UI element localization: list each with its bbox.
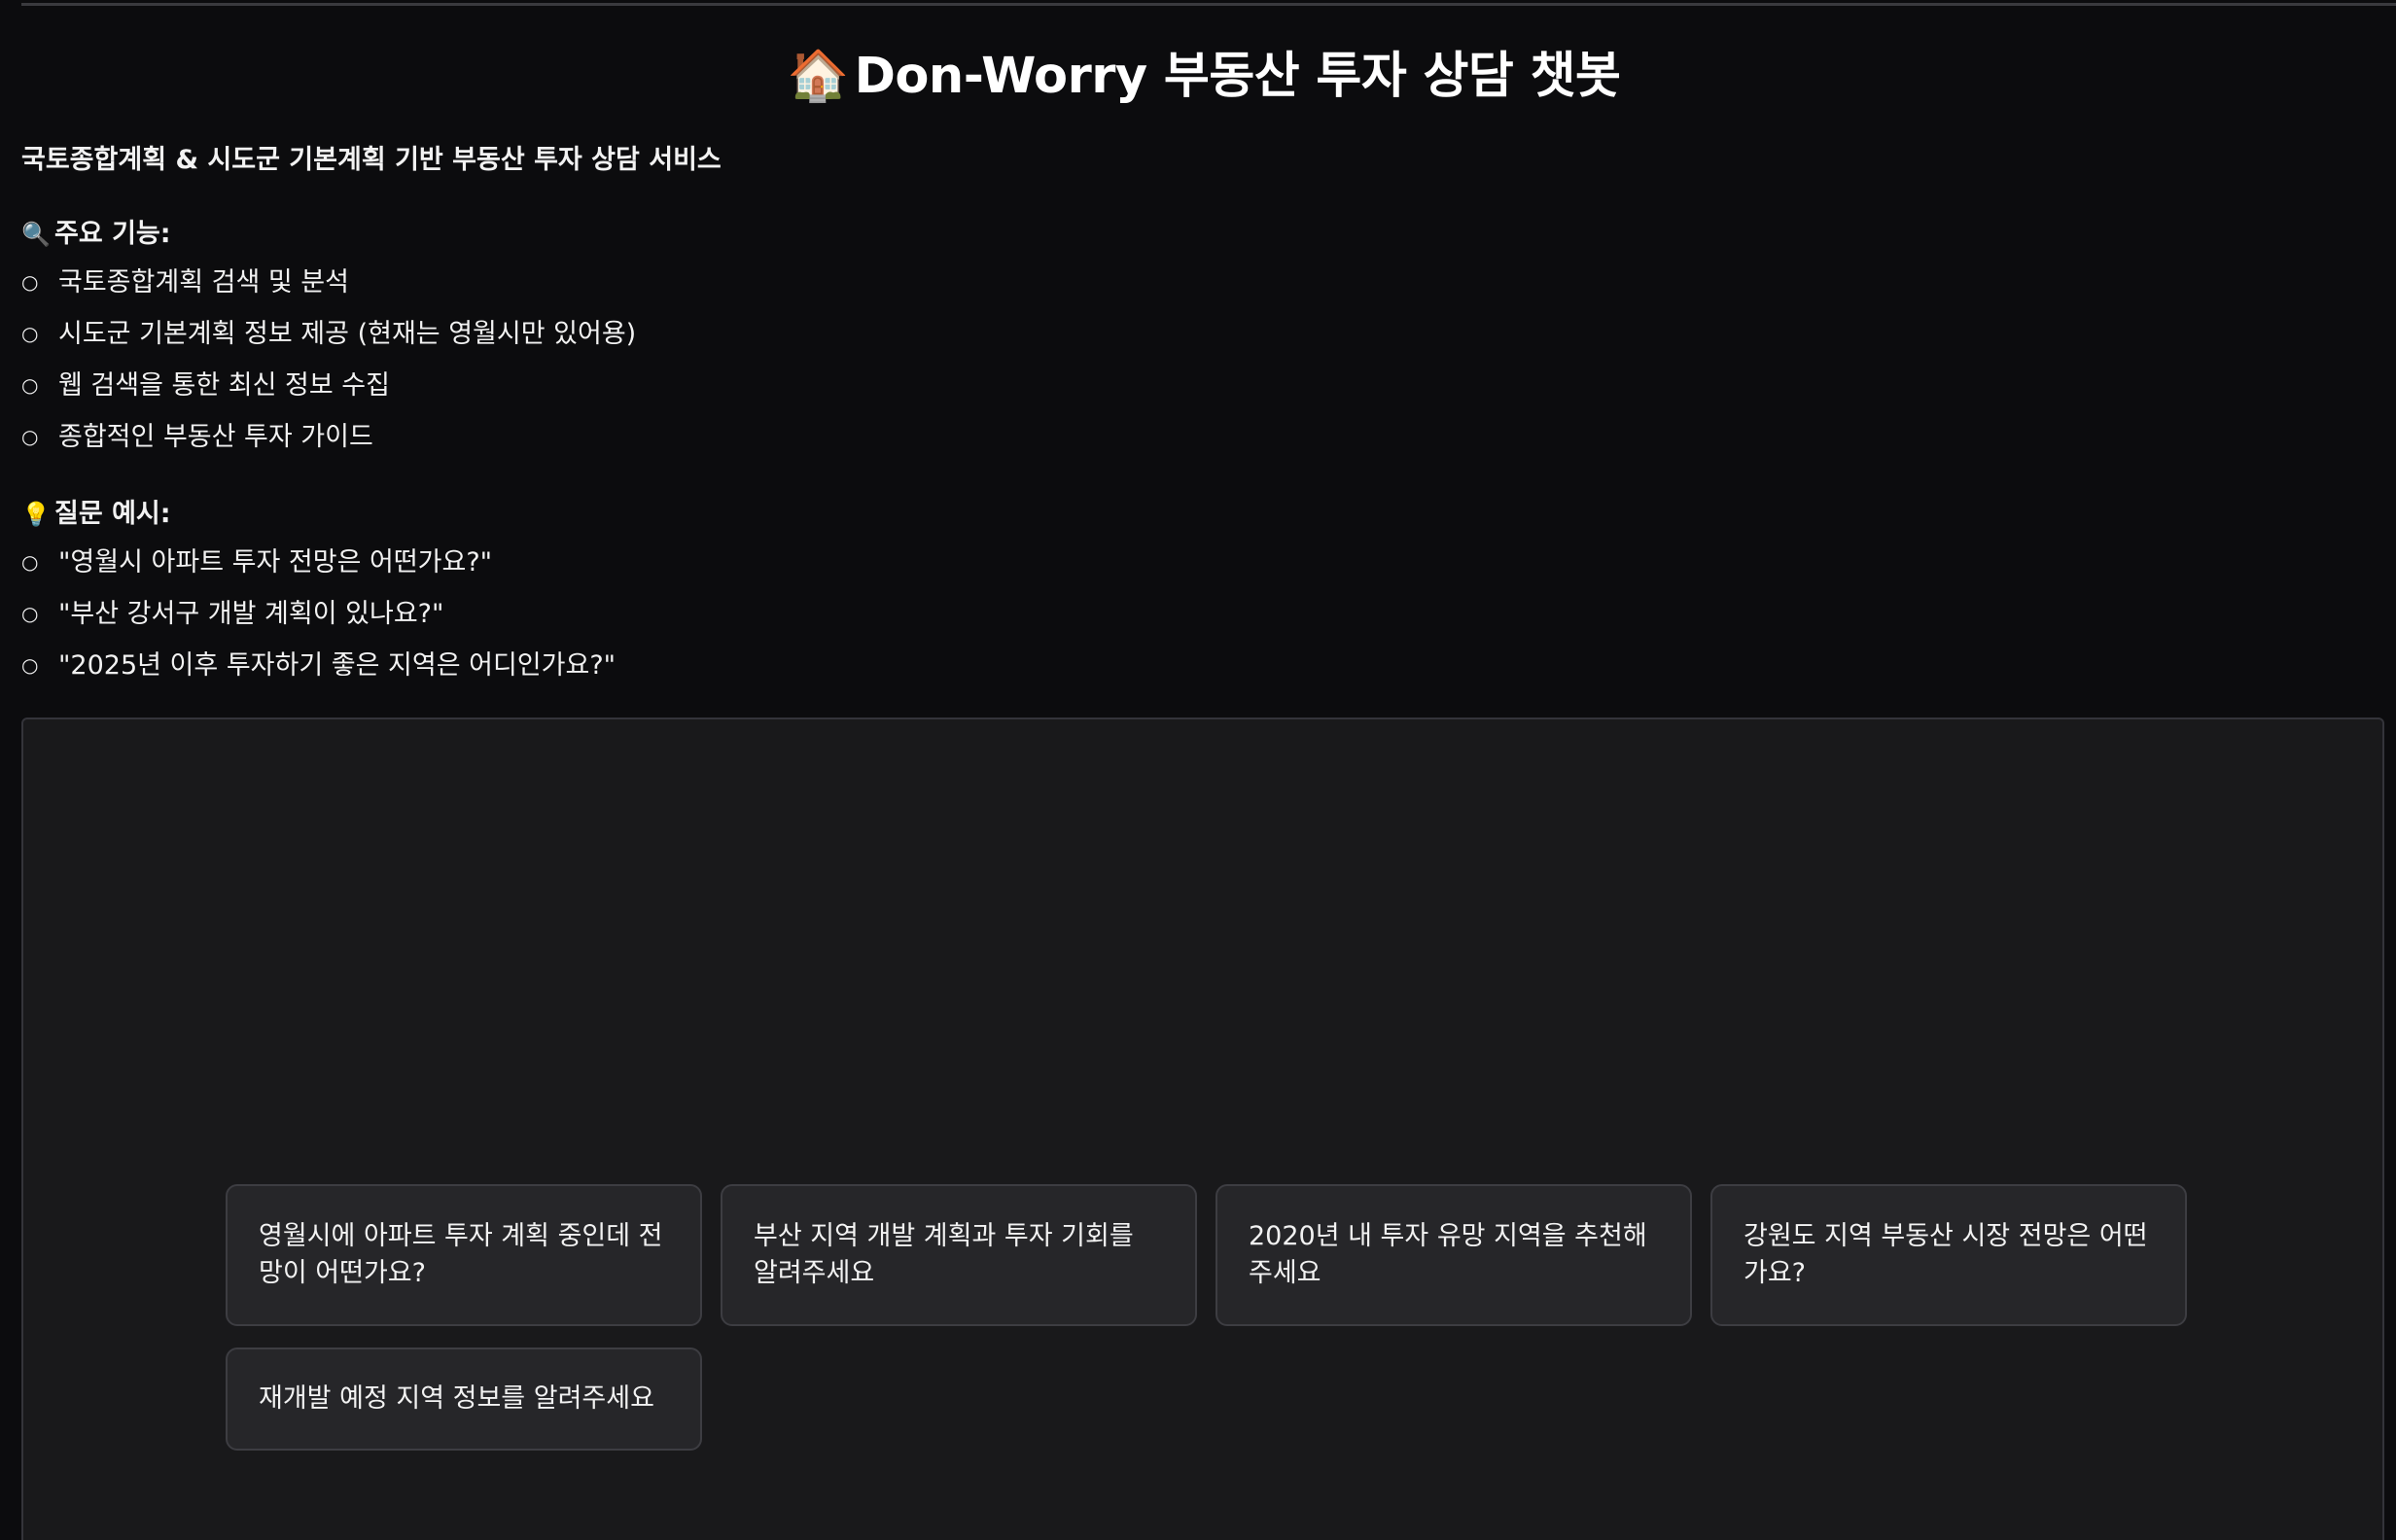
bullet-icon: ○: [21, 425, 39, 448]
suggestion-button-busan[interactable]: 부산 지역 개발 계획과 투자 기회를 알려주세요: [721, 1184, 1197, 1326]
chat-panel: 영월시에 아파트 투자 계획 중인데 전망이 어떤가요? 부산 지역 개발 계획…: [21, 718, 2384, 1540]
feature-item-text: 종합적인 부동산 투자 가이드: [58, 422, 373, 452]
examples-list: ○ "영월시 아파트 투자 전망은 어떤가요?" ○ "부산 강서구 개발 계획이 …: [21, 537, 616, 691]
feature-item-text: 시도군 기본계획 정보 제공 (현재는 영월시만 있어용): [58, 319, 637, 349]
bullet-icon: ○: [21, 373, 39, 397]
example-item: ○ "영월시 아파트 투자 전망은 어떤가요?": [21, 537, 616, 588]
house-icon: 🏠: [787, 48, 850, 105]
example-item-text: "부산 강서구 개발 계획이 있나요?": [58, 599, 444, 629]
examples-heading: 💡 질문 예시:: [21, 492, 171, 530]
example-item: ○ "부산 강서구 개발 계획이 있나요?": [21, 588, 616, 640]
suggestion-button-promising-regions[interactable]: 2020년 내 투자 유망 지역을 추천해주세요: [1216, 1184, 1692, 1326]
top-divider: [21, 3, 2396, 6]
example-item-text: "영월시 아파트 투자 전망은 어떤가요?": [58, 547, 493, 578]
feature-item: ○ 국토종합계획 검색 및 분석: [21, 257, 636, 308]
example-item-text: "2025년 이후 투자하기 좋은 지역은 어디인가요?": [58, 650, 617, 681]
features-list: ○ 국토종합계획 검색 및 분석 ○ 시도군 기본계획 정보 제공 (현재는 영월시…: [21, 257, 636, 463]
bullet-icon: ○: [21, 550, 39, 574]
suggestion-button-redevelopment[interactable]: 재개발 예정 지역 정보를 알려주세요: [226, 1348, 702, 1451]
feature-item: ○ 웹 검색을 통한 최신 정보 수집: [21, 360, 636, 411]
features-heading: 🔍 주요 기능:: [21, 212, 171, 250]
examples-heading-text: 질문 예시:: [54, 499, 171, 529]
service-subtitle: 국토종합계획 & 시도군 기본계획 기반 부동산 투자 상담 서비스: [21, 145, 722, 175]
page-title: 🏠 Don-Worry 부동산 투자 상담 챗봇: [0, 35, 2396, 107]
page-title-text: Don-Worry 부동산 투자 상담 챗봇: [854, 48, 1621, 105]
bullet-icon: ○: [21, 270, 39, 294]
feature-item: ○ 시도군 기본계획 정보 제공 (현재는 영월시만 있어용): [21, 308, 636, 360]
bullet-icon: ○: [21, 602, 39, 625]
example-item: ○ "2025년 이후 투자하기 좋은 지역은 어디인가요?": [21, 640, 616, 691]
feature-item-text: 웹 검색을 통한 최신 정보 수집: [58, 370, 390, 401]
bullet-icon: ○: [21, 653, 39, 677]
feature-item-text: 국토종합계획 검색 및 분석: [58, 267, 349, 298]
suggestion-button-yeongwol[interactable]: 영월시에 아파트 투자 계획 중인데 전망이 어떤가요?: [226, 1184, 702, 1326]
suggestion-button-gangwon[interactable]: 강원도 지역 부동산 시장 전망은 어떤가요?: [1710, 1184, 2187, 1326]
bullet-icon: ○: [21, 322, 39, 345]
app-page: 🏠 Don-Worry 부동산 투자 상담 챗봇 국토종합계획 & 시도군 기본계…: [0, 0, 2396, 1540]
lightbulb-icon: 💡: [21, 501, 51, 528]
features-heading-text: 주요 기능:: [54, 219, 171, 249]
feature-item: ○ 종합적인 부동산 투자 가이드: [21, 411, 636, 463]
magnifier-icon: 🔍: [21, 221, 51, 248]
